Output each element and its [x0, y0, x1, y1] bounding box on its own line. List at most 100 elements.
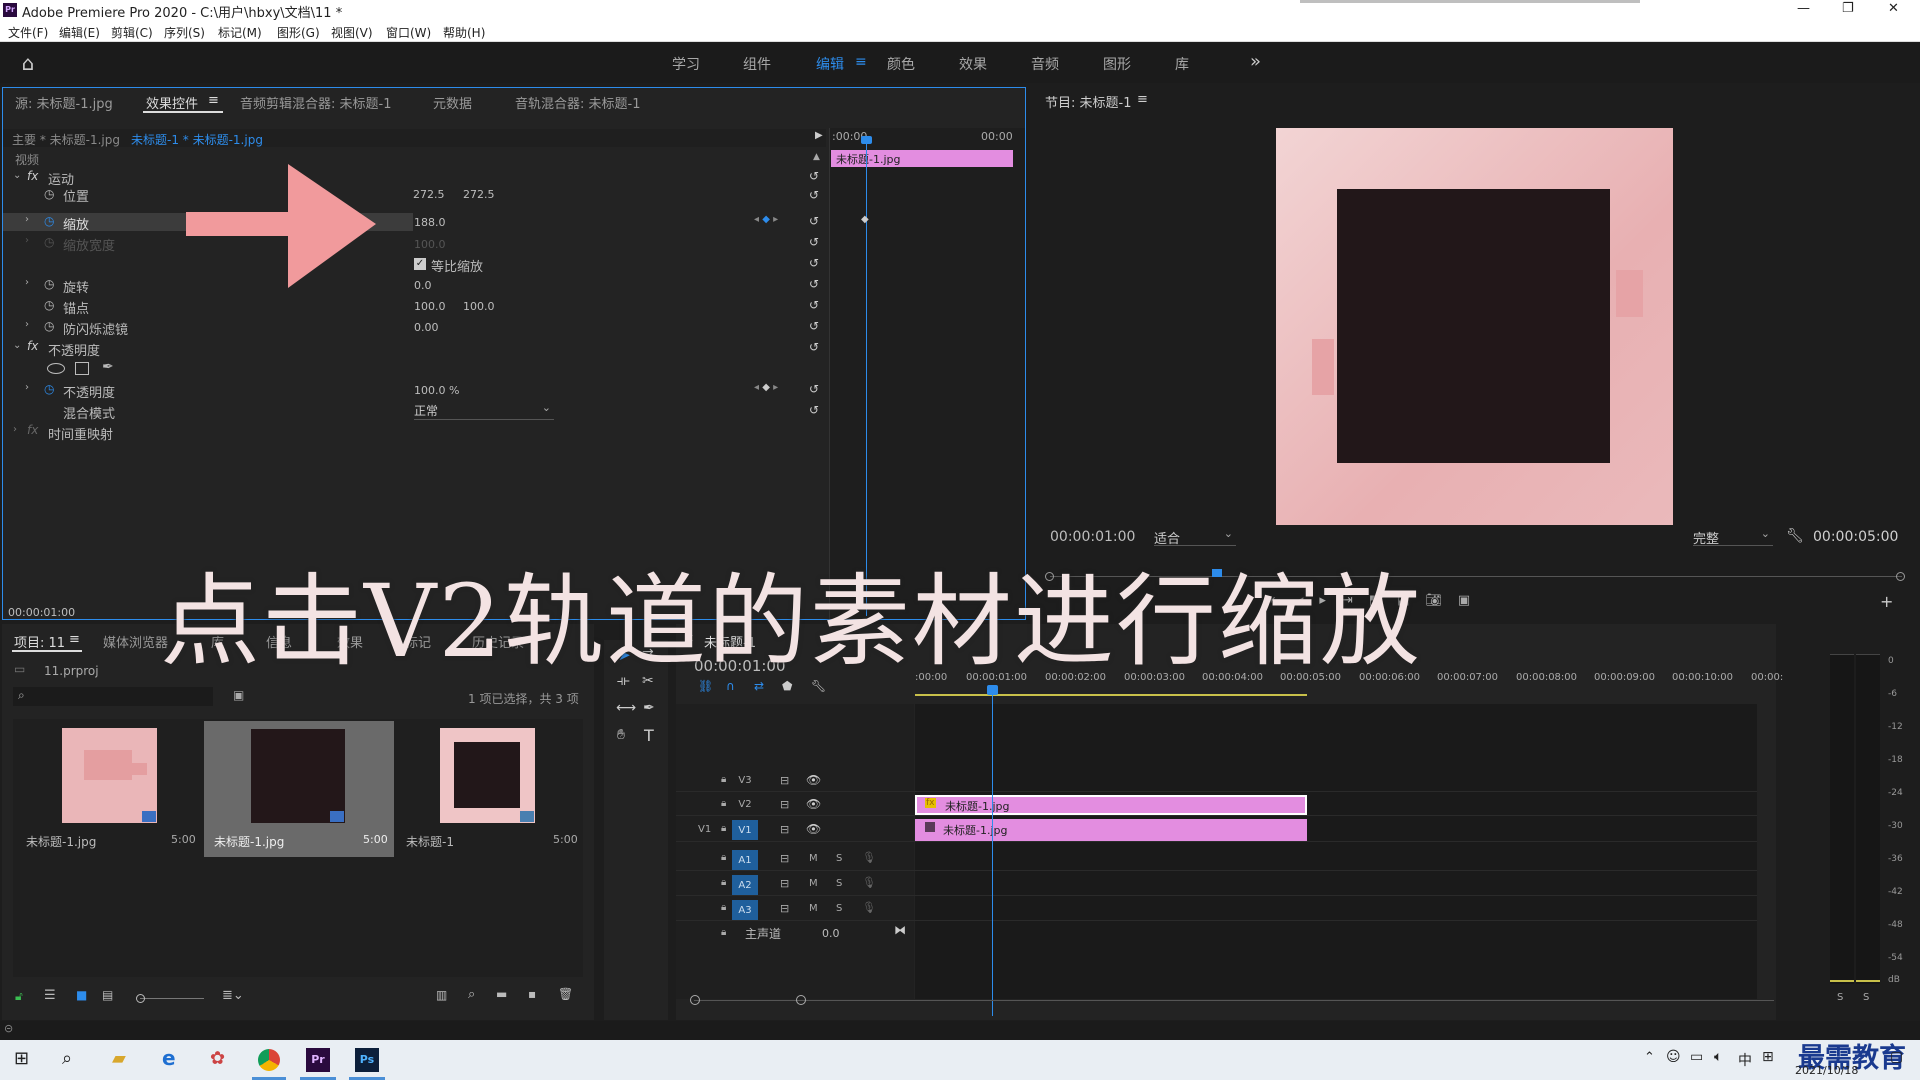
track-sync-icon[interactable]: ⊟ — [780, 877, 789, 890]
master-track-volume[interactable]: 0.0 — [822, 927, 840, 940]
track-lock-icon[interactable]: 🔒︎ — [721, 902, 726, 913]
trash-icon[interactable]: 🗑︎ — [558, 987, 573, 1001]
clip-v1[interactable]: 未标题-1.jpg — [915, 819, 1307, 841]
sort-icon[interactable]: ≣⌄ — [222, 988, 244, 1003]
volume-icon[interactable]: 🔈︎ — [1714, 1049, 1722, 1065]
workspace-libraries[interactable]: 库 — [1175, 54, 1189, 74]
uniform-scale-checkbox[interactable]: ✓ — [414, 258, 426, 270]
reset-uniform-icon[interactable]: ↺ — [809, 256, 819, 270]
track-eye-icon[interactable]: 👁︎ — [806, 822, 821, 836]
new-bin-from-search-icon[interactable]: ▣ — [233, 688, 244, 702]
track-lock-icon[interactable]: 🔒︎ — [721, 774, 726, 785]
reset-opacity-group-icon[interactable]: ↺ — [809, 340, 819, 354]
time-remap-expand-icon[interactable]: › — [13, 424, 17, 435]
track-lock-icon[interactable]: 🔒︎ — [721, 877, 726, 888]
meter-solo-left[interactable]: S — [1837, 992, 1843, 1003]
anchor-stopwatch-icon[interactable]: ◷ — [44, 298, 54, 312]
chrome-icon[interactable] — [258, 1049, 280, 1071]
reset-motion-icon[interactable]: ↺ — [809, 169, 819, 183]
lock-icon[interactable]: 🔓︎ — [15, 989, 23, 1004]
timeline-playhead-handle[interactable] — [987, 685, 998, 695]
track-target-a2[interactable]: A2 — [732, 875, 758, 895]
workspace-audio[interactable]: 音频 — [1031, 54, 1059, 74]
menu-clip[interactable]: 剪辑(C) — [111, 24, 153, 41]
taskbar-search-icon[interactable]: ⌕ — [62, 1048, 72, 1069]
photoshop-taskbar-icon[interactable]: Ps — [355, 1048, 379, 1072]
clip-dropdown[interactable]: 未标题-1 * 未标题-1.jpg — [131, 131, 263, 148]
add-button-icon[interactable]: + — [1880, 592, 1893, 611]
track-sync-icon[interactable]: ⊟ — [780, 902, 789, 915]
horizontal-zoom-scrollbar[interactable] — [694, 1000, 1774, 1001]
ec-clip-bar[interactable]: 未标题-1.jpg — [831, 150, 1013, 167]
position-y-value[interactable]: 272.5 — [463, 188, 495, 201]
project-item-selected[interactable]: 未标题-1.jpg 5:00 — [204, 721, 394, 857]
program-title[interactable]: 节目: 未标题-1 — [1045, 92, 1131, 111]
solo-button[interactable]: S — [836, 903, 842, 914]
meter-solo-right[interactable]: S — [1863, 992, 1869, 1003]
position-stopwatch-icon[interactable]: ◷ — [44, 187, 54, 201]
flicker-expand-icon[interactable]: › — [25, 319, 29, 330]
track-lock-icon[interactable]: 🔒︎ — [721, 798, 726, 809]
track-sync-icon[interactable]: ⊟ — [780, 774, 789, 787]
hand-tool-icon[interactable]: ✋︎ — [617, 727, 625, 743]
motion-fx-badge[interactable]: fx — [27, 169, 38, 183]
scale-stopwatch-icon[interactable]: ◷ — [44, 214, 54, 228]
microphone-icon[interactable]: 🎙︎ — [862, 901, 876, 914]
windows-start-icon[interactable]: ⊞ — [14, 1048, 29, 1069]
tab-project[interactable]: 项目: 11 — [14, 632, 65, 651]
flicker-stopwatch-icon[interactable]: ◷ — [44, 319, 54, 333]
workspace-color[interactable]: 颜色 — [887, 54, 915, 74]
close-button[interactable]: ✕ — [1888, 1, 1899, 16]
track-sync-icon[interactable]: ⊟ — [780, 852, 789, 865]
minimize-button[interactable]: — — [1797, 1, 1810, 16]
microphone-icon[interactable]: 🎙︎ — [862, 876, 876, 889]
project-item[interactable]: 未标题-1.jpg 5:00 — [16, 721, 196, 849]
reset-opacity-icon[interactable]: ↺ — [809, 382, 819, 396]
track-target-v1[interactable]: V1 — [732, 820, 758, 840]
reset-position-icon[interactable]: ↺ — [809, 188, 819, 202]
workspace-more-icon[interactable]: » — [1250, 51, 1261, 72]
microphone-icon[interactable]: 🎙︎ — [862, 851, 876, 864]
opacity-value[interactable]: 100.0 % — [414, 384, 459, 397]
scale-keyframe-nav[interactable]: ◂ ◆ ▸ — [754, 214, 778, 225]
tab-effect-controls[interactable]: 效果控件 — [146, 93, 198, 112]
reset-flicker-icon[interactable]: ↺ — [809, 319, 819, 333]
track-lock-icon[interactable]: 🔒︎ — [721, 927, 726, 938]
tab-menu-icon[interactable]: ≡ — [208, 93, 219, 108]
tray-user-icon[interactable]: ☺ — [1666, 1049, 1681, 1065]
rotation-value[interactable]: 0.0 — [414, 279, 432, 292]
paint-app-icon[interactable]: ✿ — [210, 1048, 225, 1069]
file-explorer-icon[interactable]: ▰ — [112, 1048, 126, 1069]
scale-expand-icon[interactable]: › — [25, 214, 29, 225]
track-target-v2[interactable]: V2 — [732, 796, 758, 814]
mute-button[interactable]: M — [809, 878, 818, 889]
project-item[interactable]: 未标题-1 5:00 — [400, 721, 580, 849]
automate-to-sequence-icon[interactable]: ▥ — [436, 988, 447, 1002]
track-sync-icon[interactable]: ⊟ — [780, 823, 789, 836]
scroll-handle[interactable] — [690, 995, 700, 1005]
new-item-icon[interactable]: ▪ — [528, 987, 536, 1001]
ime-mode-icon[interactable]: ⊞ — [1762, 1049, 1774, 1065]
pen-tool-icon[interactable]: ✒ — [643, 700, 655, 716]
icon-view-icon[interactable]: ■ — [76, 988, 87, 1002]
tab-metadata[interactable]: 元数据 — [433, 93, 472, 112]
slip-tool-icon[interactable]: ⟷ — [616, 700, 636, 716]
workspace-effects[interactable]: 效果 — [959, 54, 987, 74]
clip-v2[interactable]: fx 未标题-1.jpg — [915, 795, 1307, 815]
work-area-bar[interactable] — [915, 694, 1307, 696]
workspace-menu-icon[interactable]: ≡ — [855, 54, 867, 70]
find-icon[interactable]: ⌕ — [468, 987, 475, 1002]
program-zoom-right-handle[interactable] — [1896, 572, 1905, 581]
rotation-expand-icon[interactable]: › — [25, 277, 29, 288]
opacity-fx-badge[interactable]: fx — [27, 339, 38, 353]
menu-marker[interactable]: 标记(M) — [218, 24, 262, 41]
freeform-view-icon[interactable]: ▤ — [102, 988, 113, 1002]
position-x-value[interactable]: 272.5 — [413, 188, 445, 201]
menu-sequence[interactable]: 序列(S) — [164, 24, 205, 41]
anchor-y-value[interactable]: 100.0 — [463, 300, 495, 313]
menu-view[interactable]: 视图(V) — [331, 24, 373, 41]
zoom-slider[interactable] — [140, 998, 204, 999]
reset-anchor-icon[interactable]: ↺ — [809, 298, 819, 312]
reset-rotation-icon[interactable]: ↺ — [809, 277, 819, 291]
tab-source[interactable]: 源: 未标题-1.jpg — [15, 93, 113, 112]
